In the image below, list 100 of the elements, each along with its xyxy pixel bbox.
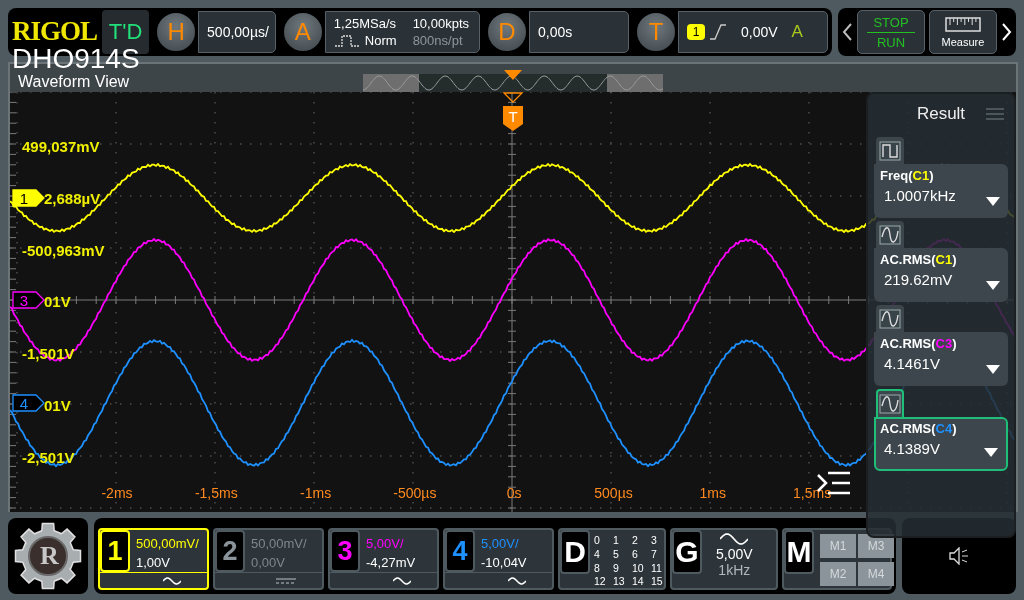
channel-number: 1 — [107, 539, 123, 563]
measurement-type-tab[interactable] — [876, 137, 904, 164]
digital-channel-label: 4 — [594, 547, 601, 561]
home-button[interactable]: R — [8, 518, 88, 594]
sample-rate: 1,25MSa/s — [333, 15, 397, 31]
measurement-type-tab[interactable] — [876, 221, 904, 248]
time-label: 500µs — [594, 485, 633, 501]
sine-wave-icon — [879, 308, 901, 329]
ac-coupling-icon — [508, 575, 526, 586]
channel-number: 2 — [222, 539, 238, 563]
measurement-label: AC.RMS(C4) — [880, 421, 958, 437]
measurement-label: Freq(C1) — [880, 168, 935, 184]
voltage-label: 01V — [44, 293, 71, 312]
voltage-label: 2,688µV — [44, 189, 101, 208]
time-label: -2ms — [101, 485, 133, 501]
digital-channel-label: 15 — [651, 575, 664, 588]
trigger-readout[interactable]: 1 0,00V A — [678, 11, 828, 53]
run-stop-button[interactable]: STOP RUN — [857, 10, 925, 54]
measurement-value: 4.1389V — [884, 440, 940, 457]
sine-wave-icon — [720, 532, 749, 546]
time-label: -1ms — [300, 485, 332, 501]
channel-scale: 5,00V/ — [481, 536, 520, 551]
channel-offset: 1,00V — [136, 555, 171, 570]
sine-wave-icon — [879, 394, 901, 414]
measurement-card[interactable]: AC.RMS(C1) 219.62mV — [874, 248, 1008, 302]
channel-card[interactable]: 3 5,00V/ -4,27mV — [328, 528, 439, 590]
channel-number: 4 — [452, 539, 468, 563]
channel-card[interactable]: 2 50,00mV/ 0,00V — [213, 528, 324, 590]
channel-card[interactable]: 4 5,00V/ -10,04V — [443, 528, 554, 590]
digital-channel-label: 7 — [651, 547, 658, 561]
sine-wave-icon — [879, 224, 901, 245]
trigger-level: 0,00V — [741, 24, 778, 40]
gear-icon — [14, 522, 82, 590]
delay-value: 0,00s — [538, 24, 573, 40]
result-title: Result — [916, 104, 966, 124]
dropdown-arrow-icon[interactable] — [986, 197, 1000, 206]
pulse-icon — [333, 32, 360, 49]
measurement-value: 4.1461V — [884, 355, 940, 372]
voltage-label: 01V — [44, 397, 71, 415]
digital-card[interactable]: D 0 1 2 3 4 5 6 7 8 9 10 11 12 13 14 15 — [558, 528, 666, 590]
logo-letter: R — [40, 541, 59, 571]
ruler-icon — [945, 16, 981, 33]
view-title: Waveform View — [18, 73, 130, 91]
digital-channel-label: 11 — [651, 561, 663, 575]
digital-channel-label: 2 — [632, 534, 639, 547]
square-wave-icon — [879, 140, 901, 161]
dropdown-arrow-icon[interactable] — [986, 365, 1000, 374]
measurement-type-tab[interactable] — [876, 389, 904, 417]
digital-channel-label: 14 — [632, 575, 645, 588]
channel-scale: 5,00V/ — [366, 536, 405, 551]
ac-coupling-icon — [393, 575, 411, 586]
time-label: -1,5ms — [194, 485, 238, 501]
generator-card[interactable]: G 5,00V 1kHz — [670, 528, 778, 590]
digital-channel-label: 0 — [594, 534, 601, 547]
timebase-readout[interactable]: 500,00µs/ — [198, 11, 276, 53]
digital-channel-label: 3 — [651, 534, 658, 547]
measurement-card[interactable]: AC.RMS(C3) 4.1461V — [874, 332, 1008, 386]
measurement-label: AC.RMS(C1) — [880, 252, 958, 268]
time-label: 1ms — [699, 485, 726, 501]
channel-scale: 500,00mV/ — [136, 536, 199, 551]
measurement-value: 1.0007kHz — [884, 187, 956, 204]
channel-card[interactable]: 1 500,00mV/ 1,00V — [98, 528, 209, 590]
channel-offset: -4,27mV — [366, 555, 416, 570]
measurement-value: 219.62mV — [884, 271, 953, 288]
ac-coupling-icon — [163, 575, 181, 586]
chevron-right-icon[interactable] — [1001, 22, 1013, 42]
rising-edge-icon — [709, 23, 727, 41]
digital-key: D — [560, 530, 590, 574]
voltage-label: -500,963mV — [22, 241, 105, 260]
generator-amplitude: 5,00V — [716, 546, 753, 562]
digital-channel-label: 5 — [613, 547, 620, 561]
memory-depth: 10,00kpts — [412, 15, 469, 31]
digital-channel-label: 12 — [594, 575, 607, 588]
measurement-card[interactable]: Freq(C1) 1.0007kHz — [874, 164, 1008, 218]
digital-channel-label: 1 — [613, 534, 620, 547]
acquire-mode: Norm — [364, 33, 397, 48]
delay-readout[interactable]: 0,00s — [529, 11, 629, 53]
trigger-sweep: A — [791, 22, 803, 42]
trigger-source-badge: 1 — [687, 24, 705, 40]
timebase-scale: 500,00µs/ — [207, 24, 269, 40]
digital-channel-label: 10 — [632, 561, 645, 575]
channel-number: 3 — [337, 539, 353, 563]
measurement-type-tab[interactable] — [876, 305, 904, 332]
voltage-label: 499,037mV — [22, 138, 100, 156]
math-key: M — [784, 530, 814, 574]
time-label: 0s — [506, 485, 522, 501]
time-label: -500µs — [393, 485, 437, 501]
digital-channel-label: 8 — [594, 561, 601, 575]
measurement-card[interactable]: AC.RMS(C4) 4.1389V — [874, 417, 1008, 471]
measure-button[interactable]: Measure — [929, 10, 997, 54]
generator-key: G — [672, 530, 702, 574]
dropdown-arrow-icon[interactable] — [986, 281, 1000, 290]
generator-frequency: 1kHz — [718, 562, 751, 578]
digital-channel-label: 6 — [632, 547, 639, 561]
speaker-icon — [949, 547, 969, 565]
acquire-readout[interactable]: 1,25MSa/s 10,00kpts Norm 800ns/pt — [324, 11, 480, 53]
chevron-left-icon[interactable] — [841, 22, 853, 42]
measurement-label: AC.RMS(C3) — [880, 336, 958, 352]
dropdown-arrow-icon[interactable] — [984, 448, 998, 457]
dc-coupling-icon — [276, 576, 296, 585]
